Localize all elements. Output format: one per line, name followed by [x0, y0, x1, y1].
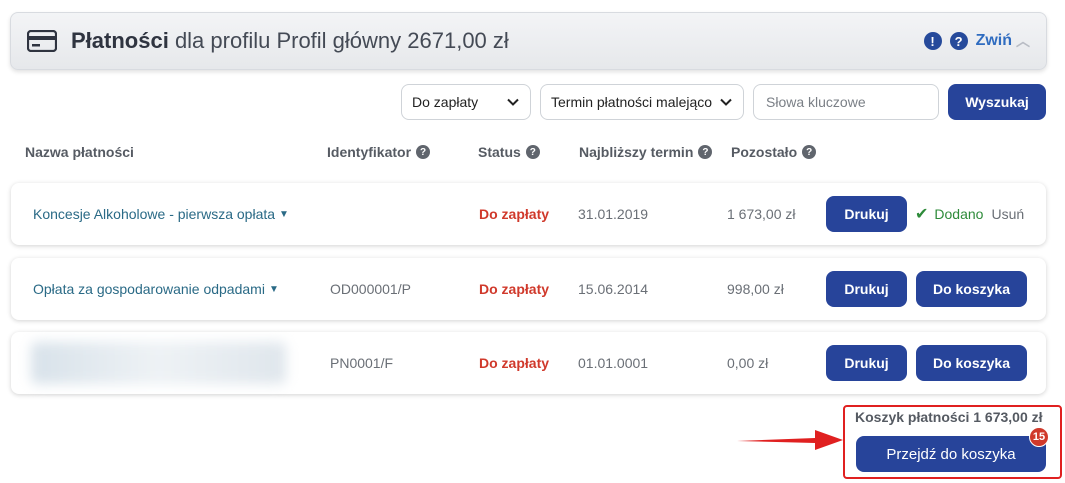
added-label: Dodano	[934, 206, 984, 222]
print-button[interactable]: Drukuj	[826, 345, 907, 381]
remaining-amount: 998,00 zł	[727, 281, 784, 297]
column-header-status-label: Status	[478, 144, 521, 160]
added-indicator: ✔ Dodano Usuń	[915, 183, 1024, 245]
payments-header: Płatności dla profilu Profil główny 2671…	[10, 12, 1047, 70]
arrow-right-icon	[737, 430, 843, 450]
question-icon[interactable]: ?	[949, 32, 968, 50]
column-header-due-label: Najbliższy termin	[579, 144, 694, 160]
payment-name: Opłata za gospodarowanie odpadami	[33, 281, 265, 297]
search-button[interactable]: Wyszukaj	[948, 84, 1046, 120]
print-button[interactable]: Drukuj	[826, 196, 907, 232]
payment-name: Koncesje Alkoholowe - pierwsza opłata	[33, 206, 276, 222]
sort-select-value: Termin płatności malejąco	[551, 94, 713, 110]
chevron-up-icon: ︿	[1016, 33, 1030, 49]
question-icon[interactable]: ?	[802, 145, 817, 159]
due-date: 31.01.2019	[578, 206, 649, 222]
cart-total: Koszyk płatności 1 673,00 zł	[855, 409, 1043, 425]
payment-name-link[interactable]: Koncesje Alkoholowe - pierwsza opłata ▼	[33, 183, 289, 245]
status-badge: Do zapłaty	[479, 206, 550, 222]
column-header-identifier-label: Identyfikator	[327, 144, 412, 160]
column-header-identifier: Identyfikator ?	[327, 144, 431, 160]
sort-select[interactable]: Termin płatności malejąco	[540, 84, 744, 120]
table-row: PN0001/F Do zapłaty 01.01.0001 0,00 zł D…	[11, 332, 1046, 394]
remaining-amount: 0,00 zł	[727, 355, 769, 371]
add-to-cart-button[interactable]: Do koszyka	[916, 345, 1027, 381]
table-row: Koncesje Alkoholowe - pierwsza opłata ▼ …	[11, 183, 1046, 245]
remaining-amount: 1 673,00 zł	[727, 206, 796, 222]
filters-bar: Do zapłaty Termin płatności malejąco Wys…	[0, 84, 1065, 120]
column-header-name-label: Nazwa płatności	[25, 144, 134, 160]
column-header-name: Nazwa płatności	[25, 144, 134, 160]
header-actions: ! ? Zwiń ︿	[923, 31, 1030, 51]
question-icon[interactable]: ?	[416, 145, 431, 159]
page-title: Płatności dla profilu Profil główny 2671…	[71, 28, 509, 54]
column-header-remaining: Pozostało ?	[731, 144, 817, 160]
remove-link[interactable]: Usuń	[991, 206, 1024, 222]
question-icon[interactable]: ?	[525, 145, 540, 159]
credit-card-icon	[27, 30, 57, 52]
status-select[interactable]: Do zapłaty	[401, 84, 531, 120]
column-header-remaining-label: Pozostało	[731, 144, 798, 160]
chevron-down-icon	[507, 98, 519, 106]
status-badge: Do zapłaty	[479, 281, 550, 297]
payment-identifier: PN0001/F	[330, 355, 394, 371]
column-header-due: Najbliższy termin ?	[579, 144, 713, 160]
collapse-label: Zwiń	[975, 32, 1012, 49]
chevron-down-icon: ▼	[268, 283, 279, 295]
due-date: 15.06.2014	[578, 281, 649, 297]
cart-count-badge: 15	[1029, 427, 1049, 447]
chevron-down-icon	[720, 98, 732, 106]
status-select-value: Do zapłaty	[412, 94, 479, 110]
table-row: Opłata za gospodarowanie odpadami ▼ OD00…	[11, 258, 1046, 320]
payment-identifier: OD000001/P	[330, 281, 411, 297]
column-header-status: Status ?	[478, 144, 540, 160]
keywords-input[interactable]	[753, 84, 939, 120]
add-to-cart-button[interactable]: Do koszyka	[916, 271, 1027, 307]
due-date: 01.01.0001	[578, 355, 649, 371]
collapse-link[interactable]: Zwiń ︿	[976, 31, 1030, 51]
print-button[interactable]: Drukuj	[826, 271, 907, 307]
exclamation-icon[interactable]: !	[923, 32, 942, 50]
payment-name-link[interactable]: Opłata za gospodarowanie odpadami ▼	[33, 258, 279, 320]
chevron-down-icon: ▼	[279, 208, 289, 220]
check-icon: ✔	[915, 206, 929, 223]
status-badge: Do zapłaty	[479, 355, 550, 371]
blurred-payment-name	[31, 342, 286, 384]
page-title-bold: Płatności	[71, 28, 169, 53]
page-title-rest: dla profilu Profil główny 2671,00 zł	[174, 28, 509, 53]
go-to-cart-button[interactable]: Przejdź do koszyka	[856, 436, 1046, 472]
question-icon[interactable]: ?	[698, 145, 713, 159]
